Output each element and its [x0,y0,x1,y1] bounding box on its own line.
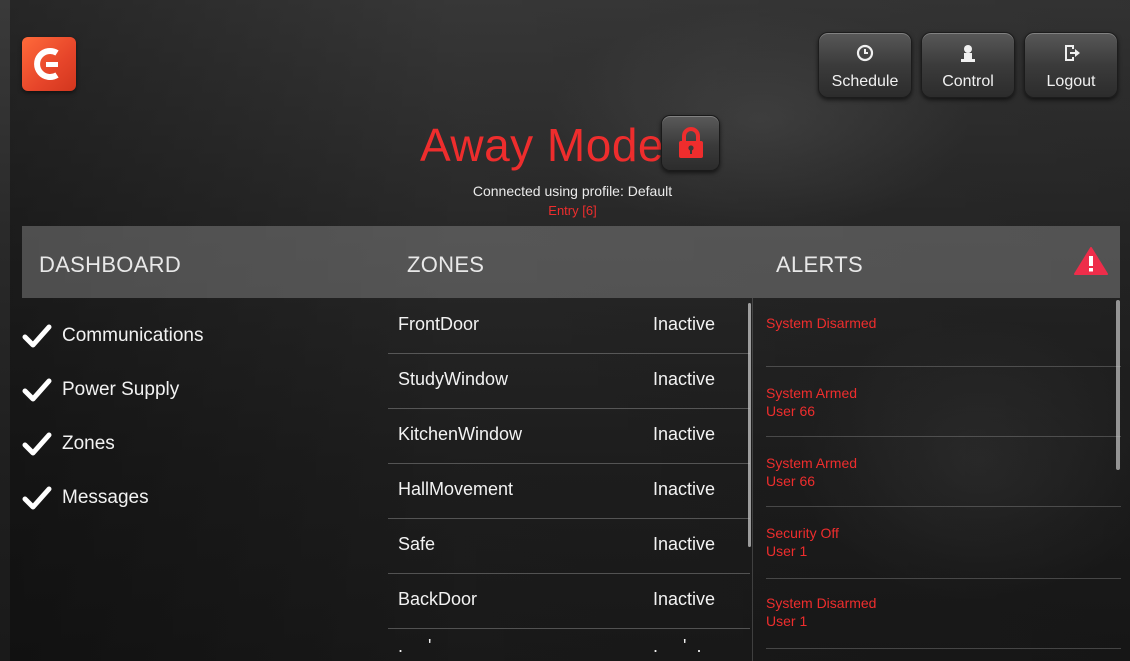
mode-title: Away Mode [420,119,665,171]
zone-status: Inactive [653,589,716,609]
dashboard-item-label: Zones [62,433,115,454]
alert-user: User 66 [766,473,816,489]
zone-status: Inactive [653,314,716,334]
alert-title: System Armed [766,385,858,401]
zone-row-partial[interactable]: . ' . ' . [388,628,750,661]
clock-icon [856,44,874,62]
warning-icon[interactable] [1073,246,1109,276]
zone-name-partial: . ' [398,636,432,656]
connection-profile-text: Connected using profile: Default [472,183,673,199]
dashboard-item-label: Power Supply [62,379,180,400]
alert-user: User 66 [766,403,816,419]
zone-row[interactable]: StudyWindow Inactive [388,353,750,409]
schedule-button[interactable]: Schedule [818,32,912,98]
alert-row[interactable]: System Disarmed [766,298,1121,367]
zone-status: Inactive [653,369,716,389]
zones-scrollbar[interactable] [748,303,751,547]
app-logo [22,37,76,91]
zone-row[interactable]: HallMovement Inactive [388,463,750,519]
alert-row[interactable]: System Armed User 66 [766,436,1121,507]
dashboard-item-power-supply: Power Supply [22,373,179,407]
check-icon [22,324,52,348]
alert-title: Security Off [766,525,839,541]
zone-row[interactable]: BackDoor Inactive [388,573,750,629]
lock-button[interactable] [661,115,720,171]
dashboard-item-messages: Messages [22,481,149,515]
check-icon [22,486,52,510]
zone-status: Inactive [653,534,716,554]
lock-icon [679,127,703,158]
zone-name: StudyWindow [398,369,509,389]
logo-c-icon [34,48,59,80]
zones-alerts-divider [752,298,753,661]
alert-title: System Disarmed [766,595,877,611]
zone-name: BackDoor [398,589,478,609]
zone-status: Inactive [653,424,716,444]
logout-button[interactable]: Logout [1024,32,1118,98]
zone-name: KitchenWindow [398,424,523,444]
alert-row[interactable]: System Disarmed User 1 [766,578,1121,649]
entry-status-text: Entry [6] [548,203,597,218]
logout-label: Logout [1046,73,1096,90]
zone-status: Inactive [653,479,716,499]
dashboard-item-communications: Communications [22,319,204,353]
zone-row[interactable]: KitchenWindow Inactive [388,408,750,464]
alert-row[interactable]: System Armed User 66 [766,366,1121,437]
zone-row[interactable]: Safe Inactive [388,518,750,574]
dashboard-heading: DASHBOARD [39,252,182,277]
person-icon [961,45,975,62]
control-button[interactable]: Control [921,32,1015,98]
alert-title: System Armed [766,455,858,471]
schedule-label: Schedule [831,73,899,90]
dashboard-item-zones: Zones [22,427,115,461]
alert-user: User 1 [766,543,808,559]
zone-name: HallMovement [398,479,514,499]
alerts-scrollbar[interactable] [1116,300,1120,470]
check-icon [22,432,52,456]
section-header-bar [22,226,1120,298]
alert-user: User 1 [766,613,808,629]
check-icon [22,378,52,402]
zones-heading: ZONES [407,252,485,277]
zone-status-partial: . ' . [653,636,702,656]
control-label: Control [942,73,994,90]
alert-title: System Disarmed [766,315,877,331]
alert-row[interactable]: Security Off User 1 [766,506,1121,579]
zone-name: Safe [398,534,436,554]
app-screen: Schedule Control Logout Away Mode Connec… [0,0,1130,661]
zone-name: FrontDoor [398,314,480,334]
zone-row[interactable]: FrontDoor Inactive [388,298,750,354]
exit-icon [1065,45,1080,61]
dashboard-item-label: Messages [62,487,149,508]
alerts-heading: ALERTS [776,252,863,277]
dashboard-item-label: Communications [62,325,204,346]
